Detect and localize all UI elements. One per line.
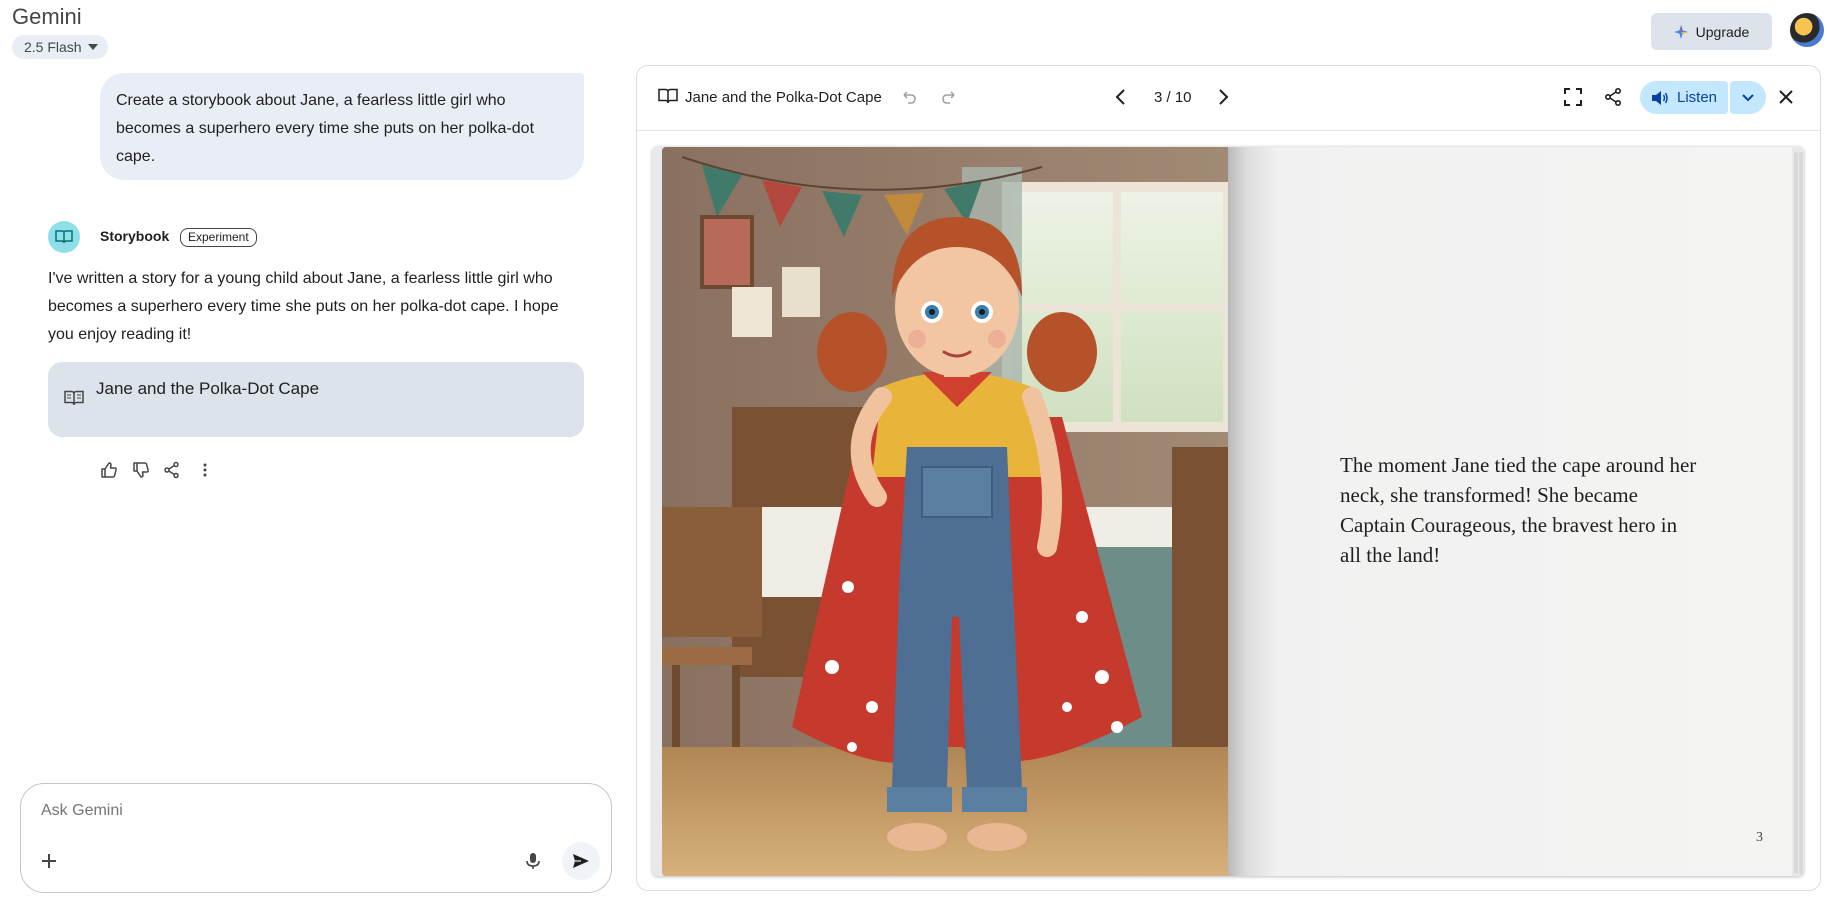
page-number: 3 bbox=[1756, 830, 1763, 845]
close-icon[interactable] bbox=[1776, 87, 1796, 107]
more-vert-icon[interactable] bbox=[194, 459, 216, 481]
listen-button[interactable]: Listen bbox=[1640, 81, 1728, 114]
user-message: Create a storybook about Jane, a fearles… bbox=[100, 73, 584, 180]
add-icon[interactable] bbox=[38, 850, 60, 872]
model-selector[interactable]: 2.5 Flash bbox=[12, 35, 108, 59]
share-icon[interactable] bbox=[161, 459, 183, 481]
bot-name: Storybook bbox=[100, 228, 170, 244]
share-icon[interactable] bbox=[1603, 87, 1623, 107]
sparkle-icon bbox=[1673, 24, 1688, 39]
bot-message: I've written a story for a young child a… bbox=[48, 270, 559, 343]
send-icon bbox=[573, 854, 589, 868]
model-selector-label: 2.5 Flash bbox=[24, 39, 82, 55]
microphone-icon[interactable] bbox=[522, 850, 544, 872]
book-icon bbox=[64, 390, 84, 406]
send-button[interactable] bbox=[562, 842, 600, 880]
prompt-box bbox=[20, 783, 612, 893]
book-icon bbox=[658, 88, 678, 104]
chevron-left-icon bbox=[1115, 89, 1125, 105]
thumb-down-icon[interactable] bbox=[130, 459, 152, 481]
next-page-button[interactable] bbox=[1212, 86, 1234, 108]
storybook-avatar bbox=[48, 221, 80, 253]
redo-icon[interactable] bbox=[940, 88, 958, 106]
page-indicator: 3 / 10 bbox=[1154, 89, 1192, 106]
previous-page-button[interactable] bbox=[1110, 86, 1132, 108]
experiment-badge: Experiment bbox=[180, 228, 257, 247]
upgrade-label: Upgrade bbox=[1695, 23, 1750, 40]
chevron-down-icon bbox=[1742, 93, 1754, 101]
caret-down-icon bbox=[87, 44, 98, 50]
app-title: Gemini bbox=[12, 4, 82, 29]
fullscreen-icon[interactable] bbox=[1563, 87, 1583, 107]
divider bbox=[637, 130, 1820, 131]
upgrade-button[interactable]: Upgrade bbox=[1651, 13, 1772, 50]
storybook-title: Jane and the Polka-Dot Cape bbox=[685, 89, 882, 106]
page-edge bbox=[1794, 152, 1798, 874]
page-edge bbox=[1799, 152, 1803, 874]
prompt-input[interactable] bbox=[41, 802, 541, 820]
volume-icon bbox=[1651, 90, 1668, 105]
listen-options-button[interactable] bbox=[1730, 81, 1766, 114]
avatar[interactable] bbox=[1790, 13, 1824, 47]
storybook-card[interactable] bbox=[48, 362, 584, 437]
thumb-up-icon[interactable] bbox=[98, 459, 120, 481]
listen-label: Listen bbox=[1676, 89, 1718, 106]
chevron-right-icon bbox=[1219, 89, 1229, 105]
storybook-card-title: Jane and the Polka-Dot Cape bbox=[96, 379, 320, 398]
story-page-text: The moment Jane tied the cape around her… bbox=[1340, 453, 1697, 567]
book-icon bbox=[55, 230, 73, 244]
undo-icon[interactable] bbox=[900, 88, 918, 106]
story-illustration bbox=[662, 147, 1228, 876]
